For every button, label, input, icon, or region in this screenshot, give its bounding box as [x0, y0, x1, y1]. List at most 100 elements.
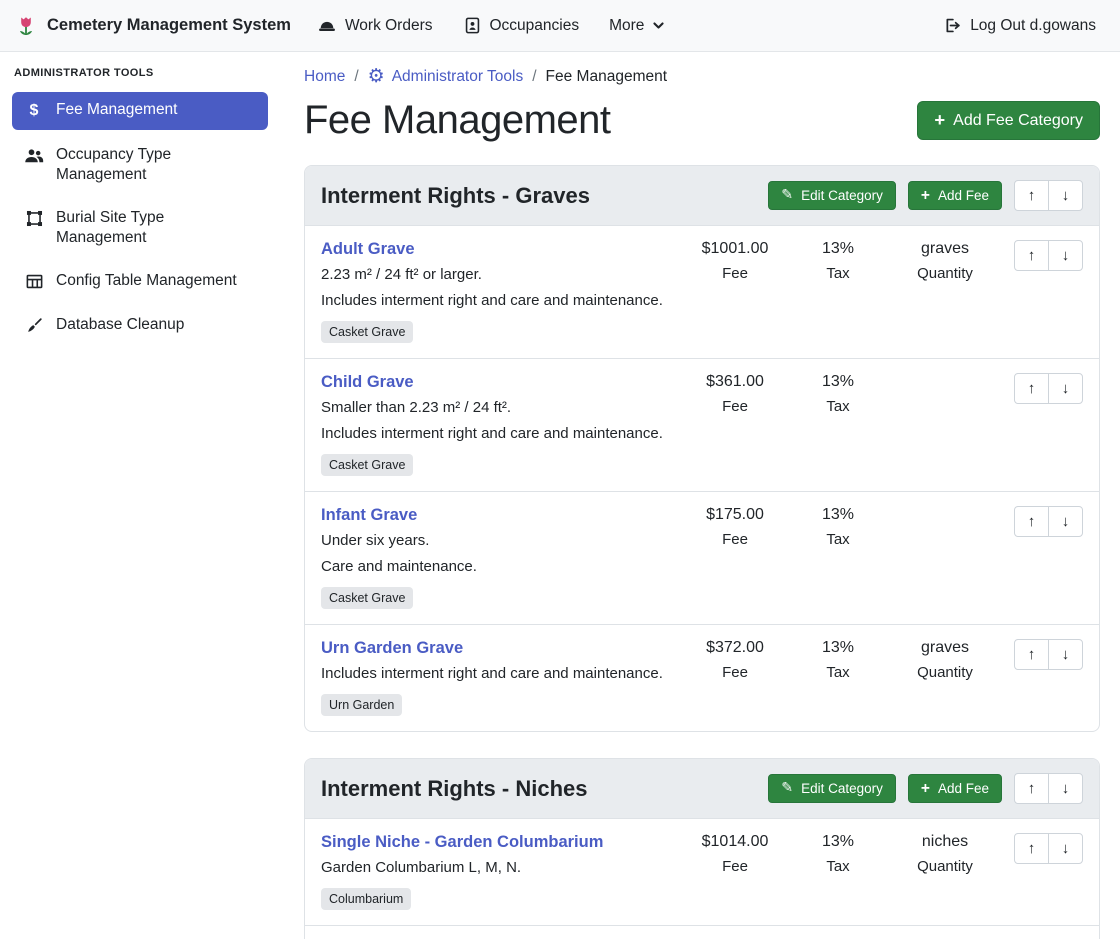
move-fee-up-button[interactable]: ↑ — [1014, 639, 1049, 670]
fee-name-link[interactable]: Child Grave — [321, 373, 670, 392]
sidebar-item-label: Burial Site Type Management — [56, 208, 258, 248]
move-fee-up-button[interactable]: ↑ — [1014, 373, 1049, 404]
add-fee-button[interactable]: + Add Fee — [908, 181, 1002, 211]
sidebar-item-label: Config Table Management — [56, 271, 237, 291]
sidebar-nav: $ Fee Management Occupancy Type Manageme… — [0, 92, 280, 343]
nav-occupancies-label: Occupancies — [490, 17, 580, 35]
nav-more[interactable]: More — [599, 11, 675, 41]
tax-column: 13% Tax — [790, 506, 886, 548]
fee-description: Care and maintenance. — [321, 558, 670, 575]
breadcrumb-home-link[interactable]: Home — [304, 68, 345, 86]
category-actions: ✎ Edit Category + Add Fee ↑ ↓ — [768, 180, 1083, 211]
fee-name-link[interactable]: Infant Grave — [321, 506, 670, 525]
plus-icon: + — [921, 781, 930, 797]
fee-column: $372.00 Fee — [680, 639, 790, 681]
fee-info: Infant Grave Under six years. Care and m… — [321, 506, 680, 609]
fee-amount-label: Fee — [680, 531, 790, 548]
chevron-down-icon — [652, 19, 665, 32]
add-fee-label: Add Fee — [938, 781, 989, 796]
tax-column: 13% Tax — [790, 373, 886, 415]
fee-name-link[interactable]: Urn Garden Grave — [321, 639, 670, 658]
fee-amount: $1014.00 — [680, 833, 790, 851]
add-fee-category-button[interactable]: + Add Fee Category — [917, 101, 1100, 139]
tax-label: Tax — [790, 398, 886, 415]
move-fee-down-button[interactable]: ↓ — [1048, 639, 1083, 670]
fee-reorder-controls: ↑ ↓ — [1014, 639, 1083, 670]
app-title: Cemetery Management System — [47, 16, 291, 35]
sidebar-heading: ADMINISTRATOR TOOLS — [0, 67, 280, 79]
fee-type-badge: Columbarium — [321, 888, 411, 910]
fee-description: Includes interment right and care and ma… — [321, 292, 670, 309]
sidebar-item-label: Occupancy Type Management — [56, 145, 258, 185]
edit-category-button[interactable]: ✎ Edit Category — [768, 774, 896, 803]
fee-category-card: Interment Rights - Graves ✎ Edit Categor… — [304, 165, 1100, 732]
fee-info: Adult Grave 2.23 m² / 24 ft² or larger. … — [321, 240, 680, 343]
fee-name-link[interactable]: Adult Grave — [321, 240, 670, 259]
tax-value: 13% — [790, 373, 886, 391]
fee-reorder-controls: ↑ ↓ — [1014, 833, 1083, 864]
tax-column: 13% Tax — [790, 240, 886, 282]
move-category-up-button[interactable]: ↑ — [1014, 773, 1049, 804]
move-fee-down-button[interactable]: ↓ — [1048, 373, 1083, 404]
quantity-value: graves — [886, 639, 1004, 657]
primary-nav: Work Orders Occupancies More — [307, 10, 676, 42]
fee-amount-label: Fee — [680, 265, 790, 282]
fee-description: Includes interment right and care and ma… — [321, 665, 670, 682]
sidebar-item-label: Database Cleanup — [56, 315, 184, 335]
move-fee-down-button[interactable]: ↓ — [1048, 833, 1083, 864]
gear-icon: ⚙ — [368, 67, 385, 86]
move-fee-up-button[interactable]: ↑ — [1014, 506, 1049, 537]
nav-occupancies[interactable]: Occupancies — [453, 10, 590, 41]
add-fee-button[interactable]: + Add Fee — [908, 774, 1002, 804]
plus-icon: + — [934, 111, 945, 129]
tax-value: 13% — [790, 506, 886, 524]
fee-type-badge: Casket Grave — [321, 321, 413, 343]
fee-category-card: Interment Rights - Niches ✎ Edit Categor… — [304, 758, 1100, 939]
move-category-down-button[interactable]: ↓ — [1048, 180, 1083, 211]
sidebar-item-database-cleanup[interactable]: Database Cleanup — [12, 307, 268, 343]
tax-label: Tax — [790, 858, 886, 875]
fee-amount: $175.00 — [680, 506, 790, 524]
sidebar-item-burial-site-type-management[interactable]: Burial Site Type Management — [12, 200, 268, 256]
plus-icon: + — [921, 188, 930, 204]
dollar-icon: $ — [22, 101, 46, 122]
tax-value: 13% — [790, 240, 886, 258]
move-fee-down-button[interactable]: ↓ — [1048, 240, 1083, 271]
fee-description: Under six years. — [321, 532, 670, 549]
fee-reorder-controls: ↑ ↓ — [1014, 373, 1083, 404]
category-title: Interment Rights - Niches — [321, 776, 587, 802]
move-fee-up-button[interactable]: ↑ — [1014, 833, 1049, 864]
quantity-column: graves Quantity — [886, 639, 1004, 681]
move-category-up-button[interactable]: ↑ — [1014, 180, 1049, 211]
tax-value: 13% — [790, 639, 886, 657]
move-fee-up-button[interactable]: ↑ — [1014, 240, 1049, 271]
tax-label: Tax — [790, 664, 886, 681]
broom-icon — [22, 316, 46, 335]
move-fee-down-button[interactable]: ↓ — [1048, 506, 1083, 537]
sidebar-item-label: Fee Management — [56, 100, 178, 120]
add-fee-category-label: Add Fee Category — [953, 112, 1083, 130]
move-category-down-button[interactable]: ↓ — [1048, 773, 1083, 804]
pencil-icon: ✎ — [781, 781, 793, 795]
breadcrumb-admin-tools-link[interactable]: ⚙ Administrator Tools — [368, 67, 524, 86]
sidebar-item-fee-management[interactable]: $ Fee Management — [12, 92, 268, 130]
quantity-value: niches — [886, 833, 1004, 851]
edit-category-label: Edit Category — [801, 188, 883, 203]
fee-amount-label: Fee — [680, 858, 790, 875]
edit-category-button[interactable]: ✎ Edit Category — [768, 181, 896, 210]
breadcrumb-admin-tools-label: Administrator Tools — [392, 68, 524, 86]
quantity-label: Quantity — [886, 858, 1004, 875]
edit-category-label: Edit Category — [801, 781, 883, 796]
sidebar-item-occupancy-type-management[interactable]: Occupancy Type Management — [12, 137, 268, 193]
fee-name-link[interactable]: Single Niche - Garden Columbarium — [321, 833, 670, 852]
category-reorder-controls: ↑ ↓ — [1014, 773, 1083, 804]
fee-column: $1001.00 Fee — [680, 240, 790, 282]
nav-work-orders[interactable]: Work Orders — [307, 10, 443, 42]
category-title: Interment Rights - Graves — [321, 183, 590, 209]
fee-amount: $372.00 — [680, 639, 790, 657]
fee-row: Urn Garden Grave Includes interment righ… — [305, 625, 1099, 731]
fee-type-badge: Casket Grave — [321, 454, 413, 476]
sidebar-item-config-table-management[interactable]: Config Table Management — [12, 263, 268, 299]
app-brand[interactable]: Cemetery Management System — [14, 14, 291, 38]
logout-link[interactable]: Log Out d.gowans — [933, 10, 1106, 41]
